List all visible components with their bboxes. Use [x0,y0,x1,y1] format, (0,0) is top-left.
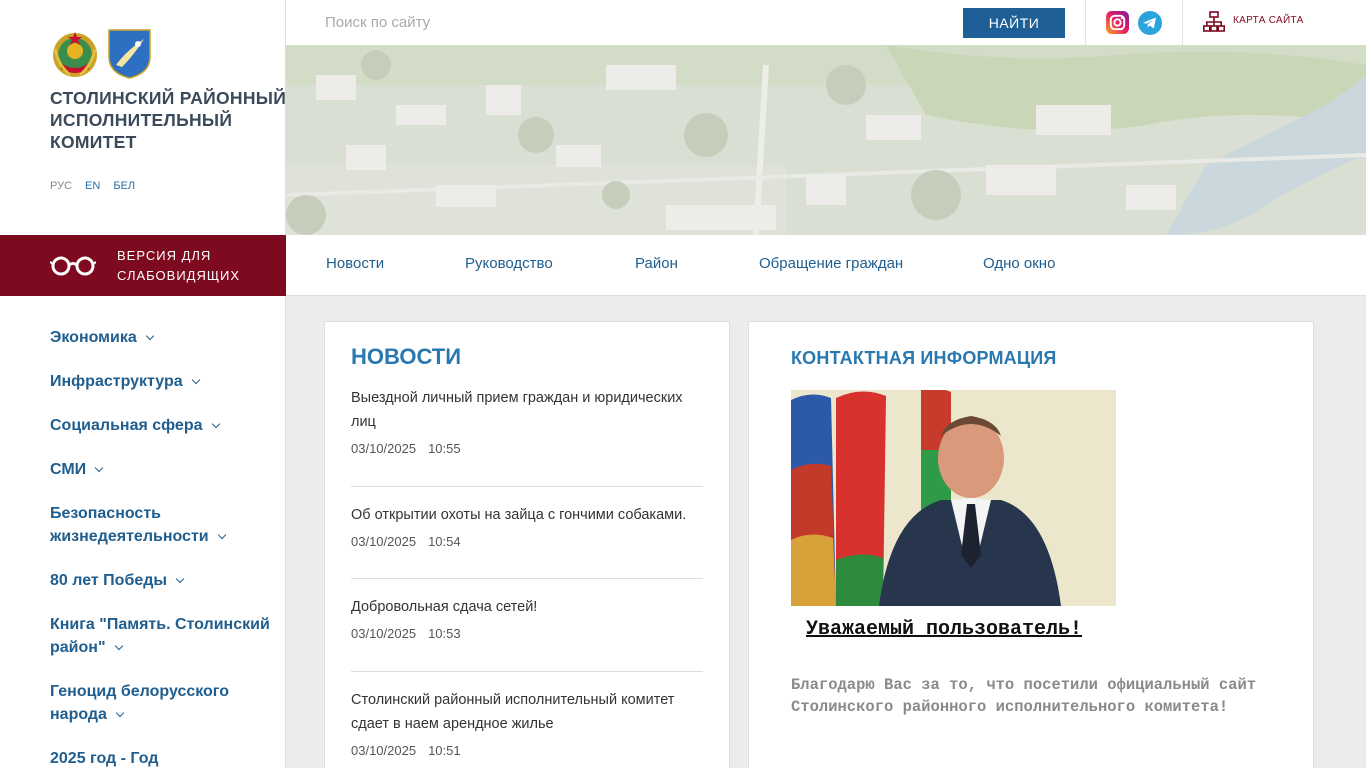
side-menu: Экономика Инфраструктура Социальная сфер… [50,326,270,768]
news-item-datetime: 03/10/2025 10:51 [351,743,461,758]
chevron-down-icon [217,530,226,540]
news-heading: Новости [351,344,462,369]
low-vision-label: Версия для слабовидящих [117,247,241,283]
nav-item-leadership[interactable]: Руководство [465,255,553,272]
chevron-down-icon [211,419,220,429]
lang-ru[interactable]: РУС [50,180,72,192]
side-menu-item-economy[interactable]: Экономика [50,326,270,349]
search-input[interactable] [311,8,931,36]
news-item-title[interactable]: Выездной личный прием граждан и юридичес… [351,386,703,434]
nav-item-one-window[interactable]: Одно окно [983,255,1055,272]
sitemap-link[interactable]: Карта сайта [1233,15,1304,26]
chevron-down-icon [175,574,185,584]
chevron-down-icon [94,463,104,473]
nav-item-news[interactable]: Новости [326,255,384,272]
low-vision-version-button[interactable]: Версия для слабовидящих [0,235,286,296]
chevron-down-icon [191,375,200,385]
telegram-icon[interactable] [1138,11,1162,35]
org-title[interactable]: Столинский районный исполнительный комит… [50,87,290,153]
left-column: Столинский районный исполнительный комит… [0,0,286,768]
lang-en[interactable]: EN [85,180,100,192]
side-menu-item-social[interactable]: Социальная сфера [50,414,270,437]
news-item[interactable]: Об открытии охоты на зайца с гончими соб… [351,503,703,549]
side-menu-item-infrastructure[interactable]: Инфраструктура [50,370,270,393]
greeting-message: Благодарю Вас за то, что посетили официа… [791,676,1257,716]
news-item[interactable]: Столинский районный исполнительный комит… [351,688,703,758]
nav-item-citizen-appeals[interactable]: Обращение граждан [759,255,903,272]
news-item-title[interactable]: Об открытии охоты на зайца с гончими соб… [351,503,703,527]
divider [1182,0,1183,45]
news-panel: Новости Выездной личный прием граждан и … [324,321,730,768]
chevron-down-icon [145,331,155,341]
instagram-icon[interactable] [1106,11,1129,34]
nav-item-district[interactable]: Район [635,255,678,272]
news-item-datetime: 03/10/2025 10:53 [351,626,461,641]
lang-be[interactable]: БЕЛ [113,180,135,192]
district-coat-of-arms-icon[interactable] [108,29,151,79]
top-bar: Найти Карта сайта [286,0,1366,45]
divider [1085,0,1086,45]
side-menu-item-media[interactable]: СМИ [50,458,270,481]
contact-info-panel: Контактная информация Уважаемый пользова… [748,321,1314,768]
side-menu-item-genocide[interactable]: Геноцид белорусского народа [50,680,270,726]
top-navigation: Новости Руководство Район Обращение граж… [286,235,1366,296]
news-item-title[interactable]: Добровольная сдача сетей! [351,595,703,619]
side-menu-item-memory-book[interactable]: Книга "Память. Столинский район" [50,613,270,659]
side-menu-item-victory-80[interactable]: 80 лет Победы [50,569,270,592]
town-aerial-photo [286,45,1366,235]
chevron-down-icon [115,708,125,718]
greeting-heading: Уважаемый пользователь! [806,618,1083,641]
divider [351,671,703,672]
glasses-icon [50,256,96,275]
emblems [50,29,151,79]
contact-info-heading: Контактная информация [791,348,1057,368]
divider [351,578,703,579]
side-menu-item-safety[interactable]: Безопасность жизнедеятельности [50,502,270,548]
hero-banner-image [286,45,1366,235]
news-item-datetime: 03/10/2025 10:54 [351,534,461,549]
language-switcher: РУС EN БЕЛ [50,180,135,192]
sitemap-icon[interactable] [1203,11,1225,33]
news-item[interactable]: Добровольная сдача сетей! 03/10/2025 10:5… [351,595,703,641]
side-menu-item-year-2025[interactable]: 2025 год - Год [50,747,270,768]
search-button[interactable]: Найти [963,8,1065,38]
news-item[interactable]: Выездной личный прием граждан и юридичес… [351,386,703,456]
news-item-title[interactable]: Столинский районный исполнительный комит… [351,688,703,736]
news-item-datetime: 03/10/2025 10:55 [351,441,461,456]
chairman-portrait-image [791,390,1116,606]
divider [351,486,703,487]
belarus-emblem-icon[interactable] [50,29,100,79]
chevron-down-icon [114,641,123,651]
